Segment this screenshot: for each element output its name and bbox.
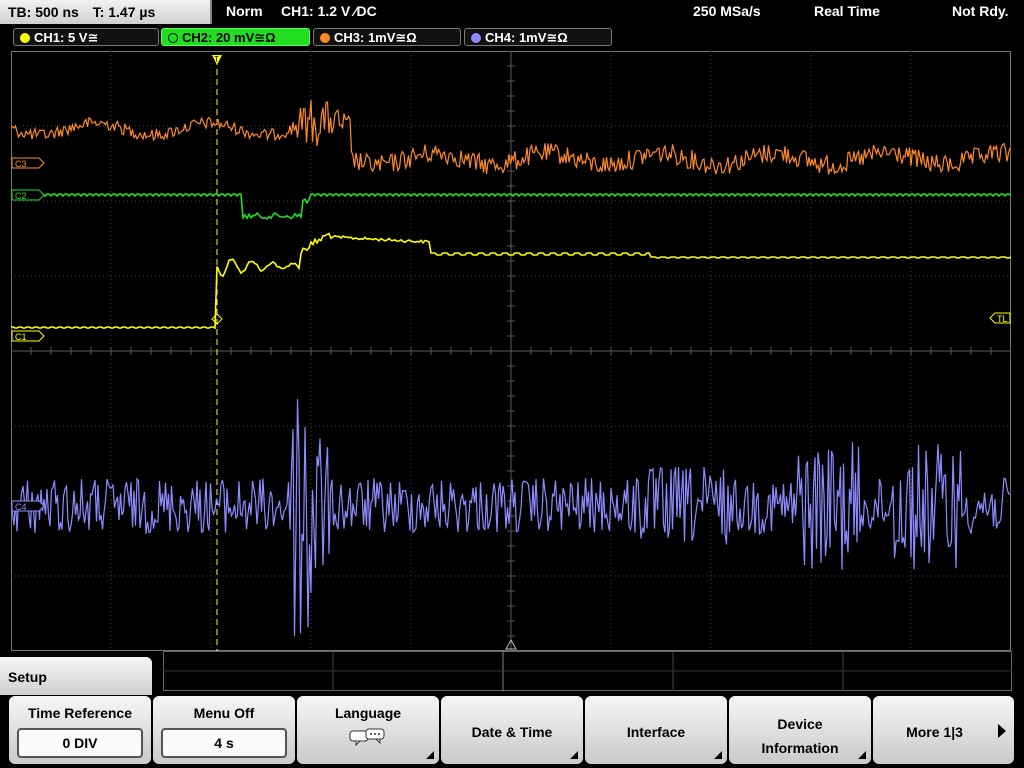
trigger-time-label: T: 1.47 µs [92, 4, 156, 20]
channel-3-ground-marker: C3 [11, 157, 45, 169]
acquisition-status: Not Rdy. [952, 3, 1009, 19]
lower-info-strip [163, 651, 1012, 691]
more-softkey[interactable]: More 1|3 [873, 696, 1014, 764]
channel-4-dot-icon [471, 33, 481, 43]
svg-text:C3: C3 [15, 159, 27, 169]
sample-rate: 250 MSa/s [693, 3, 761, 19]
channel-2-tab[interactable]: CH2: 20 mV≅Ω [161, 28, 310, 46]
trigger-level-marker: TL [989, 312, 1011, 324]
channel-2-ground-marker: C2 [11, 189, 45, 201]
more-title: More 1|3 [906, 724, 963, 740]
device-information-title: Device Information [761, 716, 839, 756]
speech-bubbles-icon [348, 728, 388, 750]
channel-3-tab[interactable]: CH3: 1mV≅Ω [313, 28, 461, 46]
softkey-bar: Time Reference 0 DIV Menu Off 4 s Langua… [0, 695, 1024, 768]
svg-text:C1: C1 [15, 332, 27, 342]
date-time-title: Date & Time [471, 724, 553, 740]
channel-4-label: CH4: 1mV≅Ω [485, 30, 568, 45]
language-softkey[interactable]: Language [297, 696, 439, 764]
channel-2-label: CH2: 20 mV≅Ω [182, 30, 276, 45]
channel-3-dot-icon [320, 33, 330, 43]
next-page-arrow-icon [998, 724, 1006, 738]
waveform-display[interactable]: T C3 C2 C1 C4 TL [11, 51, 1011, 651]
svg-text:TL: TL [997, 314, 1008, 324]
submenu-corner-icon [570, 751, 578, 759]
interface-title: Interface [626, 724, 686, 740]
status-bar: TB: 500 ns T: 1.47 µs Norm CH1: 1.2 V ⁄D… [0, 0, 1024, 26]
date-time-softkey[interactable]: Date & Time [441, 696, 583, 764]
channel-1-ground-marker: C1 [11, 330, 45, 342]
channel-4-ground-marker: C4 [11, 500, 45, 512]
channel-1-tab[interactable]: CH1: 5 V≅ [13, 28, 159, 46]
menu-off-softkey[interactable]: Menu Off 4 s [153, 696, 295, 764]
timebase-box[interactable]: TB: 500 ns T: 1.47 µs [0, 0, 212, 24]
trigger-info: CH1: 1.2 V ⁄DC [281, 3, 377, 19]
device-information-softkey[interactable]: Device Information [729, 696, 871, 764]
trigger-mode: Norm [226, 3, 263, 19]
trigger-position-letter: T [214, 55, 219, 64]
submenu-corner-icon [426, 751, 434, 759]
submenu-corner-icon [714, 751, 722, 759]
graticule-grid [11, 51, 1011, 651]
interface-softkey[interactable]: Interface [585, 696, 727, 764]
menu-off-title: Menu Off [193, 705, 255, 721]
channel-1-label: CH1: 5 V≅ [34, 30, 99, 45]
time-reference-softkey[interactable]: Time Reference 0 DIV [9, 696, 151, 764]
menu-title: Setup [0, 657, 152, 697]
submenu-corner-icon [858, 751, 866, 759]
time-reference-title: Time Reference [27, 705, 132, 721]
timebase-label: TB: 500 ns [8, 4, 79, 20]
menu-off-value: 4 s [161, 728, 287, 758]
time-reference-value: 0 DIV [17, 728, 143, 758]
language-title: Language [334, 705, 402, 721]
channel-1-dot-icon [20, 33, 30, 43]
acquisition-mode: Real Time [814, 3, 880, 19]
channel-bar: CH1: 5 V≅ CH2: 20 mV≅Ω CH3: 1mV≅Ω CH4: 1… [0, 26, 1024, 48]
channel-3-label: CH3: 1mV≅Ω [334, 30, 417, 45]
svg-text:C4: C4 [15, 502, 27, 512]
waveform-canvas: T C3 C2 C1 C4 TL [11, 51, 1011, 651]
channel-2-dot-icon [168, 33, 178, 43]
channel-4-tab[interactable]: CH4: 1mV≅Ω [464, 28, 612, 46]
svg-text:C2: C2 [15, 191, 27, 201]
